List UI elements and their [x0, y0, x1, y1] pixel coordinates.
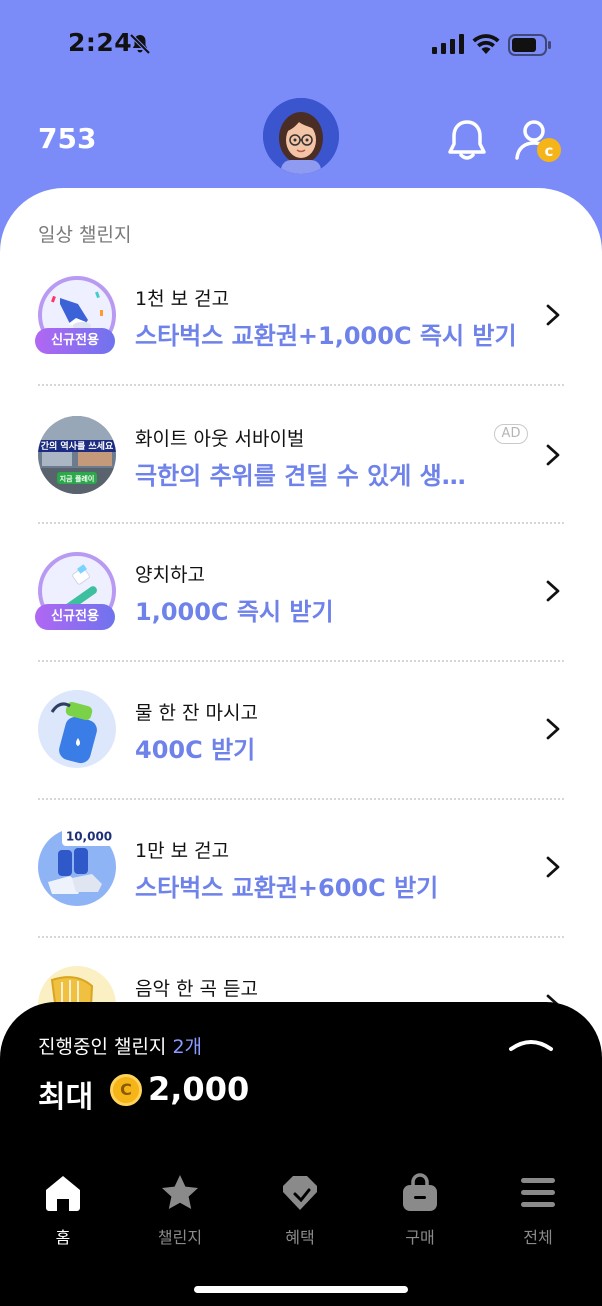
tab-challenge[interactable]: 챌린지: [130, 1172, 230, 1252]
challenge-reward: 스타벅스 교환권+1,000C 즉시 받기: [135, 322, 517, 350]
divider: [38, 936, 564, 938]
avatar-illustration: [263, 98, 339, 174]
challenge-label: 양치하고: [135, 564, 205, 586]
tab-all[interactable]: 전체: [488, 1172, 588, 1252]
home-indicator: [194, 1286, 408, 1293]
progress-summary[interactable]: 진행중인 챌린지 2개: [38, 1032, 202, 1059]
tab-label: 홈: [55, 1228, 71, 1247]
challenge-item[interactable]: 간의 역사를 쓰세요 지금 플레이 화이트 아웃 서바이벌 AD 극한의 추위를…: [0, 416, 602, 554]
battery-icon: [508, 34, 551, 56]
challenge-item[interactable]: 10,000 1만 보 걷고 스타벅스 교환권+600C 받기: [0, 826, 602, 966]
game-banner-icon: 간의 역사를 쓰세요 지금 플레이: [38, 416, 116, 494]
cellular-signal-icon: [432, 34, 464, 54]
steps-badge: 10,000: [62, 826, 116, 846]
tab-label: 혜택: [285, 1228, 315, 1247]
max-label: 최대: [38, 1080, 94, 1115]
chevron-right-icon: [546, 856, 560, 878]
avatar[interactable]: [263, 98, 339, 174]
star-icon: [162, 1175, 198, 1209]
max-reward-value: 2,000: [148, 1070, 250, 1108]
running-shoes-icon: 10,000: [38, 826, 116, 906]
challenge-reward: 400C 받기: [135, 736, 256, 764]
coin-icon: C: [110, 1074, 142, 1106]
status-bar: 2:24: [0, 0, 602, 90]
progress-label: 진행중인 챌린지: [38, 1036, 167, 1058]
status-time: 2:24: [68, 28, 133, 57]
challenge-label: 화이트 아웃 서바이벌: [135, 428, 305, 450]
tab-label: 전체: [523, 1228, 553, 1247]
bell-slash-icon: [129, 33, 151, 55]
divider: [38, 660, 564, 662]
new-user-badge: 신규전용: [35, 328, 115, 354]
svg-text:간의 역사를 쓰세요: 간의 역사를 쓰세요: [41, 440, 114, 452]
wifi-icon: [472, 34, 500, 54]
tag-icon: [283, 1176, 317, 1210]
challenge-label: 1천 보 걷고: [135, 288, 230, 310]
steps-badge-text: 10,000: [66, 830, 112, 844]
toothbrush-icon: 신규전용: [35, 552, 116, 630]
shopping-bag-icon: [403, 1173, 437, 1211]
challenge-reward: 극한의 추위를 견딜 수 있게 생…: [135, 462, 466, 490]
menu-icon: [521, 1178, 555, 1207]
water-bottle-icon: [38, 690, 116, 768]
user-coin-icon[interactable]: c: [514, 118, 562, 164]
tab-label: 챌린지: [157, 1228, 203, 1247]
chevron-up-icon[interactable]: [508, 1036, 554, 1052]
challenge-item[interactable]: 신규전용 양치하고 1,000C 즉시 받기: [0, 552, 602, 690]
challenge-reward: 1,000C 즉시 받기: [135, 598, 334, 626]
tab-home[interactable]: 홈: [13, 1172, 113, 1252]
sneaker-icon: 신규전용: [35, 276, 116, 354]
section-title: 일상 챌린지: [38, 224, 132, 246]
ad-badge: AD: [494, 424, 528, 444]
svg-text:c: c: [545, 142, 554, 160]
challenge-item[interactable]: 신규전용 1천 보 걷고 스타벅스 교환권+1,000C 즉시 받기: [0, 276, 602, 414]
chevron-right-icon: [546, 718, 560, 740]
tab-label: 구매: [405, 1228, 435, 1247]
bottom-panel: 진행중인 챌린지 2개 최대 C 2,000 홈 챌린지 혜택 구매 전체: [0, 1002, 602, 1306]
divider: [38, 798, 564, 800]
challenge-label: 1만 보 걷고: [135, 840, 230, 862]
tab-benefits[interactable]: 혜택: [250, 1172, 350, 1252]
bell-icon[interactable]: [446, 118, 488, 162]
chevron-right-icon: [546, 580, 560, 602]
challenge-item[interactable]: 물 한 잔 마시고 400C 받기: [0, 690, 602, 828]
chevron-right-icon: [546, 444, 560, 466]
progress-count: 2개: [172, 1036, 203, 1058]
divider: [38, 522, 564, 524]
new-user-badge: 신규전용: [35, 604, 115, 630]
home-icon: [46, 1176, 80, 1211]
tab-bar: 홈 챌린지 혜택 구매 전체: [0, 1172, 602, 1252]
points-counter[interactable]: 753: [38, 122, 96, 155]
tab-purchase[interactable]: 구매: [370, 1172, 470, 1252]
challenge-label: 음악 한 곡 듣고: [135, 978, 258, 1000]
chevron-right-icon: [546, 304, 560, 326]
game-tag: 지금 플레이: [60, 474, 95, 483]
divider: [38, 384, 564, 386]
challenge-reward: 스타벅스 교환권+600C 받기: [135, 874, 439, 902]
challenge-label: 물 한 잔 마시고: [135, 702, 258, 724]
